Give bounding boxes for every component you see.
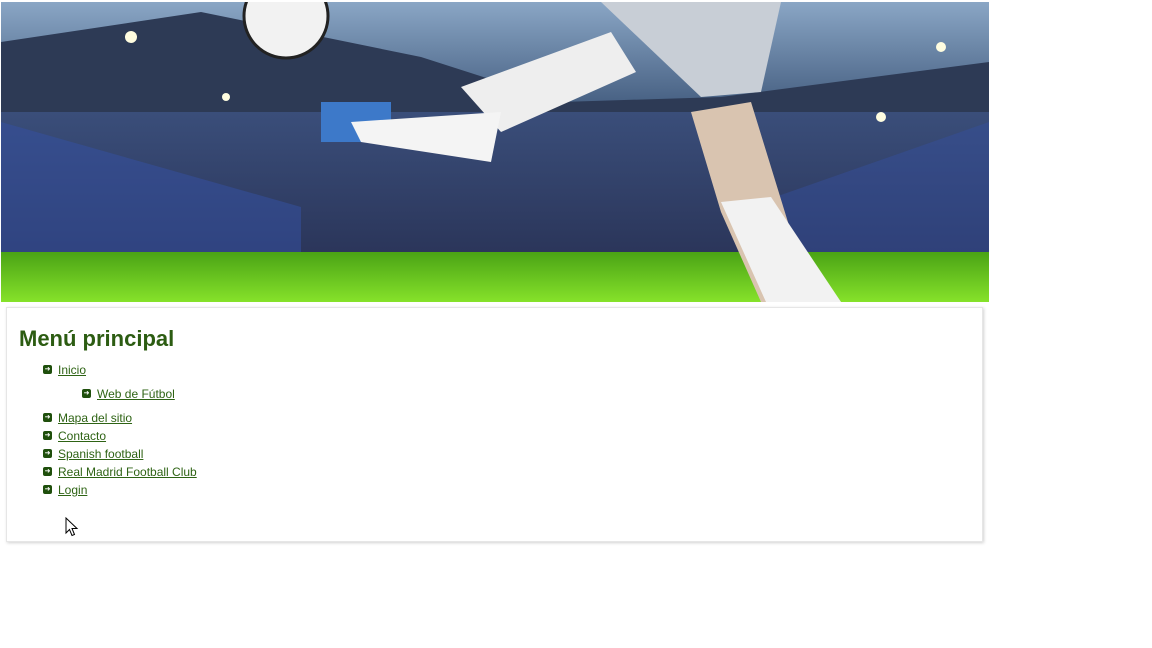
arrow-right-bullet-icon: ➜ (43, 365, 52, 374)
banner-image (1, 2, 989, 302)
menu-link-real-madrid[interactable]: Real Madrid Football Club (58, 463, 197, 481)
arrow-right-bullet-icon: ➜ (43, 449, 52, 458)
menu-link-login[interactable]: Login (58, 481, 87, 499)
menu-link-inicio[interactable]: Inicio (58, 361, 86, 379)
menu-link-spanish-football[interactable]: Spanish football (58, 445, 143, 463)
mouse-pointer-icon (65, 517, 79, 537)
arrow-right-bullet-icon: ➜ (82, 389, 91, 398)
main-menu-panel: Menú principal ➜ Inicio ➜ Web de Fútbol … (6, 307, 983, 542)
menu-link-web-de-futbol[interactable]: Web de Fútbol (97, 385, 175, 403)
menu-title: Menú principal (19, 326, 175, 351)
header-banner (1, 2, 989, 302)
arrow-right-bullet-icon: ➜ (43, 413, 52, 422)
arrow-right-bullet-icon: ➜ (43, 431, 52, 440)
menu-link-contacto[interactable]: Contacto (58, 427, 106, 445)
menu-link-mapa-del-sitio[interactable]: Mapa del sitio (58, 409, 132, 427)
arrow-right-bullet-icon: ➜ (43, 485, 52, 494)
arrow-right-bullet-icon: ➜ (43, 467, 52, 476)
